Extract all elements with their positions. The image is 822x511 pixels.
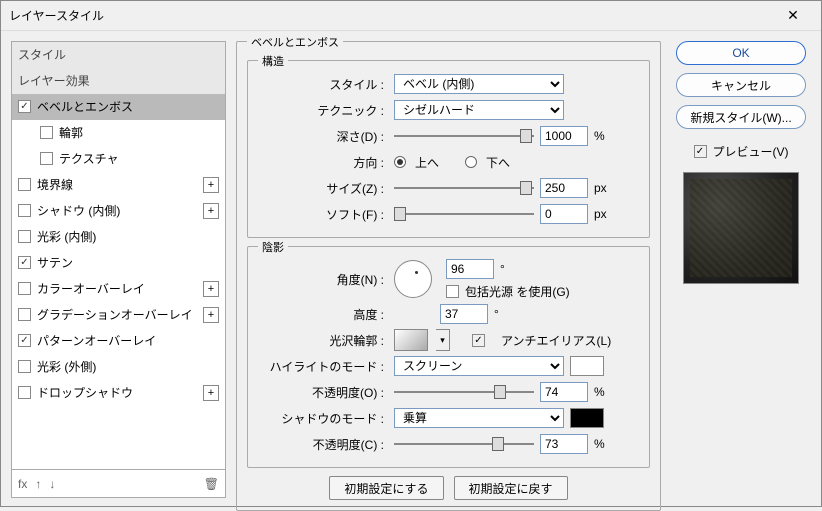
shadow-opacity-slider[interactable] (394, 435, 534, 453)
sidebar-item-inner-glow[interactable]: 光彩 (内側) (12, 224, 225, 250)
highlight-opacity-slider[interactable] (394, 383, 534, 401)
chevron-down-icon[interactable]: ▾ (436, 329, 450, 351)
shading-fieldset: 陰影 角度(N) : ° 包括光源 を使用(G) 高度 :° 光沢輪郭 :▾✓ア… (247, 246, 650, 468)
shadow-color-swatch[interactable] (570, 408, 604, 428)
checkbox-icon[interactable] (18, 178, 31, 191)
checkbox-icon[interactable] (18, 360, 31, 373)
gloss-contour-picker[interactable] (394, 329, 428, 351)
titlebar: レイヤースタイル ✕ (1, 1, 821, 31)
plus-icon[interactable]: + (203, 281, 219, 297)
technique-label: テクニック : (258, 102, 388, 119)
bevel-fieldset: ベベルとエンボス 構造 スタイル :ベベル (内側) テクニック :シゼルハード… (236, 41, 661, 511)
arrow-down-icon[interactable]: ↓ (49, 477, 55, 491)
altitude-input[interactable] (440, 304, 488, 324)
sidebar-item-inner-shadow[interactable]: シャドウ (内側)+ (12, 198, 225, 224)
highlight-color-swatch[interactable] (570, 356, 604, 376)
new-style-button[interactable]: 新規スタイル(W)... (676, 105, 806, 129)
sidebar-item-drop-shadow[interactable]: ドロップシャドウ+ (12, 380, 225, 406)
highlight-opacity-label: 不透明度(O) : (258, 384, 388, 401)
checkbox-icon[interactable] (18, 334, 31, 347)
ok-button[interactable]: OK (676, 41, 806, 65)
soften-label: ソフト(F) : (258, 206, 388, 223)
structure-legend: 構造 (258, 53, 288, 69)
settings-panel: ベベルとエンボス 構造 スタイル :ベベル (内側) テクニック :シゼルハード… (236, 41, 661, 498)
trash-icon[interactable]: 🗑 (204, 477, 219, 491)
sidebar-header-styles[interactable]: スタイル (12, 42, 225, 68)
shading-legend: 陰影 (258, 239, 288, 255)
highlight-mode-select[interactable]: スクリーン (394, 356, 564, 376)
sidebar-item-color-overlay[interactable]: カラーオーバーレイ+ (12, 276, 225, 302)
global-light-checkbox[interactable] (446, 285, 459, 298)
bevel-legend: ベベルとエンボス (247, 34, 343, 50)
sidebar-footer: fx ↑ ↓ 🗑 (12, 469, 225, 497)
soften-input[interactable] (540, 204, 588, 224)
fx-icon[interactable]: fx (18, 477, 27, 491)
depth-label: 深さ(D) : (258, 128, 388, 145)
style-select[interactable]: ベベル (内側) (394, 74, 564, 94)
preview-thumbnail (683, 172, 799, 284)
checkbox-icon[interactable] (40, 126, 53, 139)
radio-up[interactable] (394, 156, 406, 168)
checkbox-icon[interactable] (18, 204, 31, 217)
dialog-title: レイヤースタイル (9, 7, 773, 24)
angle-dial[interactable] (394, 260, 432, 298)
sidebar-item-gradient-overlay[interactable]: グラデーションオーバーレイ+ (12, 302, 225, 328)
depth-input[interactable] (540, 126, 588, 146)
right-panel: OK キャンセル 新規スタイル(W)... ✓ プレビュー(V) (671, 41, 811, 498)
highlight-mode-label: ハイライトのモード : (258, 358, 388, 375)
sidebar-item-bevel[interactable]: ベベルとエンボス (12, 94, 225, 120)
layer-style-dialog: レイヤースタイル ✕ スタイル レイヤー効果 ベベルとエンボス 輪郭 テクスチャ… (0, 0, 822, 507)
angle-input[interactable] (446, 259, 494, 279)
sidebar-item-outer-glow[interactable]: 光彩 (外側) (12, 354, 225, 380)
plus-icon[interactable]: + (203, 203, 219, 219)
direction-label: 方向 : (258, 154, 388, 171)
radio-down[interactable] (465, 156, 477, 168)
style-label: スタイル : (258, 76, 388, 93)
sidebar-item-stroke[interactable]: 境界線+ (12, 172, 225, 198)
size-input[interactable] (540, 178, 588, 198)
structure-fieldset: 構造 スタイル :ベベル (内側) テクニック :シゼルハード 深さ(D) :%… (247, 60, 650, 238)
cancel-button[interactable]: キャンセル (676, 73, 806, 97)
plus-icon[interactable]: + (203, 385, 219, 401)
antialias-checkbox[interactable]: ✓ (472, 334, 485, 347)
preview-checkbox[interactable]: ✓ (694, 145, 707, 158)
preview-label: プレビュー(V) (713, 143, 789, 160)
sidebar-item-contour[interactable]: 輪郭 (12, 120, 225, 146)
checkbox-icon[interactable] (18, 308, 31, 321)
shadow-opacity-label: 不透明度(C) : (258, 436, 388, 453)
arrow-up-icon[interactable]: ↑ (35, 477, 41, 491)
styles-sidebar: スタイル レイヤー効果 ベベルとエンボス 輪郭 テクスチャ 境界線+ シャドウ … (11, 41, 226, 498)
make-default-button[interactable]: 初期設定にする (329, 476, 443, 500)
technique-select[interactable]: シゼルハード (394, 100, 564, 120)
size-slider[interactable] (394, 179, 534, 197)
gloss-label: 光沢輪郭 : (258, 332, 388, 349)
sidebar-item-pattern-overlay[interactable]: パターンオーバーレイ (12, 328, 225, 354)
sidebar-item-texture[interactable]: テクスチャ (12, 146, 225, 172)
size-label: サイズ(Z) : (258, 180, 388, 197)
shadow-mode-label: シャドウのモード : (258, 410, 388, 427)
checkbox-icon[interactable] (18, 230, 31, 243)
shadow-opacity-input[interactable] (540, 434, 588, 454)
sidebar-item-satin[interactable]: サテン (12, 250, 225, 276)
close-button[interactable]: ✕ (773, 2, 813, 30)
plus-icon[interactable]: + (203, 307, 219, 323)
checkbox-icon[interactable] (18, 256, 31, 269)
altitude-label: 高度 : (258, 306, 388, 323)
angle-label: 角度(N) : (258, 271, 388, 288)
soften-slider[interactable] (394, 205, 534, 223)
depth-slider[interactable] (394, 127, 534, 145)
reset-default-button[interactable]: 初期設定に戻す (454, 476, 568, 500)
checkbox-icon[interactable] (18, 100, 31, 113)
sidebar-header-effects[interactable]: レイヤー効果 (12, 68, 225, 94)
shadow-mode-select[interactable]: 乗算 (394, 408, 564, 428)
checkbox-icon[interactable] (18, 282, 31, 295)
plus-icon[interactable]: + (203, 177, 219, 193)
highlight-opacity-input[interactable] (540, 382, 588, 402)
checkbox-icon[interactable] (18, 386, 31, 399)
checkbox-icon[interactable] (40, 152, 53, 165)
